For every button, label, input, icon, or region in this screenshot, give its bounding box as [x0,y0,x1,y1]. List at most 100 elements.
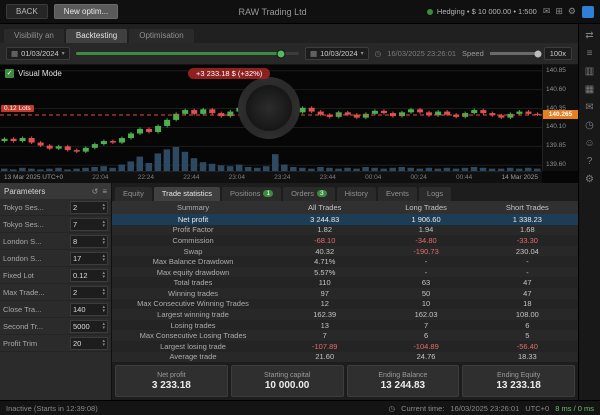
tab-backtesting[interactable]: Backtesting [65,29,128,43]
stats-row-winning-trades[interactable]: Winning trades 97 50 47 [112,288,578,299]
timezone-value[interactable]: UTC+0 [525,404,549,413]
stepper-down-icon[interactable]: ▾ [102,343,105,348]
stats-row-largest-losing-trade[interactable]: Largest losing trade -107.89 -104.89 -56.40 [112,340,578,352]
apps-grid-icon[interactable]: ⊞ [555,6,563,17]
clock-icon: ◷ [374,49,382,58]
price-axis[interactable]: 140.265 140.85 140.60 140.35 140.10 139.85 13… [542,65,578,171]
trade-icon[interactable]: ⇄ [585,30,593,41]
end-date-picker[interactable]: ▦ 10/03/2024 ▾ [305,47,369,60]
profit-annotation: +3 233.18 $ (+32%) [188,68,271,79]
time-axis-label: 00:24 [410,174,427,181]
broker-title: RAW Trading Ltd [238,6,307,17]
stepper-down-icon[interactable]: ▾ [102,224,105,229]
parameter-input[interactable]: 2 ▴ ▾ [70,200,108,214]
parameter-input[interactable]: 0.12 ▴ ▾ [70,268,108,282]
stats-label: Max Consecutive Winning Trades [137,299,249,309]
stats-tab-history[interactable]: History [336,187,376,201]
reset-parameters-icon[interactable]: ↺ [92,187,99,196]
stats-row-profit-factor[interactable]: Profit Factor 1.82 1.94 1.68 [112,224,578,236]
stepper-down-icon[interactable]: ▾ [102,258,105,263]
timeline-slider[interactable] [75,49,300,58]
stats-row-net-profit[interactable]: Net profit 3 244.83 1 906.60 1 338.23 [112,214,578,225]
current-time-value: 16/03/2025 23:26:01 [450,403,520,413]
help-icon[interactable]: ? [587,156,593,167]
timeline-handle[interactable] [276,49,286,58]
stats-value: 108.00 [515,309,539,319]
card-label: Net profit [157,371,186,379]
clock-icon: ◷ [388,403,396,413]
tab-label: History [344,189,368,198]
stats-row-swap[interactable]: Swap 40.32 -190.73 230.04 [112,245,578,257]
stats-row-max-balance-drawdown[interactable]: Max Balance Drawdown 4.71% - - [112,256,578,267]
mail-icon[interactable]: ✉ [543,6,551,17]
timeline-progress [75,52,282,55]
news-icon[interactable]: ✉ [585,102,593,113]
parameter-label: Close Tra... [3,304,42,314]
stats-row-max-consecutive-losing-trades[interactable]: Max Consecutive Losing Trades 7 6 5 [112,330,578,341]
tab-optimisation[interactable]: Optimisation [129,29,194,43]
tab-chart[interactable]: Visibility an [4,29,64,43]
stepper-down-icon[interactable]: ▾ [102,207,105,212]
parameter-row: Tokyo Ses... 2 ▴ ▾ [0,199,111,216]
chart-panel[interactable]: ✓ Visual Mode +3 233.18 $ (+32%) 0.12 Lo… [0,65,578,183]
parameter-label: London S... [3,236,42,246]
stats-row-total-trades[interactable]: Total trades 110 63 47 [112,277,578,289]
alerts-icon[interactable]: ◷ [585,120,594,131]
stats-value: 1 906.60 [411,214,441,224]
card-value: 10 000.00 [264,379,310,391]
menu-icon[interactable]: ≡ [102,187,107,196]
speed-slider[interactable] [489,50,542,57]
stats-value: 162.03 [414,309,438,319]
stats-row-losing-trades[interactable]: Losing trades 13 7 6 [112,319,578,331]
card-label: Ending Balance [378,371,428,379]
visual-mode-checkbox[interactable]: ✓ Visual Mode [5,69,62,78]
profile-avatar[interactable] [582,5,594,18]
parameter-input[interactable]: 140 ▴ ▾ [70,302,108,316]
stats-value: 47 [523,278,532,288]
speed-value[interactable]: 100x [543,47,572,60]
settings-icon[interactable]: ⚙ [585,174,594,185]
stats-value: 6 [525,320,530,330]
stepper-down-icon[interactable]: ▾ [102,309,105,314]
chart-icon[interactable]: ▥ [585,66,594,77]
speed-slider-handle[interactable] [534,50,542,57]
stats-row-max-consecutive-winning-trades[interactable]: Max Consecutive Winning Trades 12 10 18 [112,298,578,310]
stepper-down-icon[interactable]: ▾ [102,241,105,246]
stats-tab-orders[interactable]: Orders 3 [283,187,335,201]
new-optimisation-button[interactable]: New optim... [53,4,119,19]
parameter-stepper: ▴ ▾ [102,254,105,263]
time-axis-label: 00:44 [456,174,473,181]
stepper-down-icon[interactable]: ▾ [102,292,105,297]
parameter-input[interactable]: 7 ▴ ▾ [70,217,108,231]
back-button[interactable]: BACK [6,4,48,19]
card-label: Starting capital [263,371,311,379]
stats-tab-equity[interactable]: Equity [115,187,152,201]
stats-value: 110 [318,278,331,288]
stats-value: 47 [523,288,532,298]
watchlist-icon[interactable]: ≡ [587,48,593,59]
latency-value: 8 ms / 0 ms [555,403,594,413]
stats-tab-events[interactable]: Events [377,187,417,201]
stats-row-max-equity-drawdown[interactable]: Max equity drawdown 5.57% - - [112,266,578,278]
stats-value: 18.33 [517,352,537,362]
parameter-input[interactable]: 2 ▴ ▾ [70,285,108,299]
stepper-down-icon[interactable]: ▾ [102,326,105,331]
start-date-picker[interactable]: ▦ 01/03/2024 ▾ [6,47,70,60]
stats-label: Max equity drawdown [156,267,230,277]
stats-tab-positions[interactable]: Positions 1 [222,187,282,201]
parameter-input[interactable]: 8 ▴ ▾ [70,234,108,248]
stepper-down-icon[interactable]: ▾ [102,275,105,280]
stats-tab-logs[interactable]: Logs [418,187,452,201]
parameter-input[interactable]: 17 ▴ ▾ [70,251,108,265]
stats-row-average-trade[interactable]: Average trade 21.60 24.76 18.33 [112,351,578,363]
time-axis[interactable]: 13 Mar 2025 UTC+0 22:04 22:24 22:44 23:04 23:… [0,171,542,183]
stats-tab-trade-statistics[interactable]: Trade statistics [153,187,221,201]
stats-row-largest-winning-trade[interactable]: Largest winning trade 162.39 162.03 108.00 [112,309,578,320]
account-info[interactable]: Hedging • $ 10 000.00 • 1:500 [426,7,537,16]
parameter-input[interactable]: 5000 ▴ ▾ [70,319,108,333]
stats-row-commission[interactable]: Commission -68.10 -34.80 -33.30 [112,235,578,246]
calendar-icon[interactable]: ▦ [585,84,594,95]
parameter-input[interactable]: 20 ▴ ▾ [70,336,108,350]
settings-icon[interactable]: ⚙ [568,6,576,17]
community-icon[interactable]: ☺ [584,138,594,149]
